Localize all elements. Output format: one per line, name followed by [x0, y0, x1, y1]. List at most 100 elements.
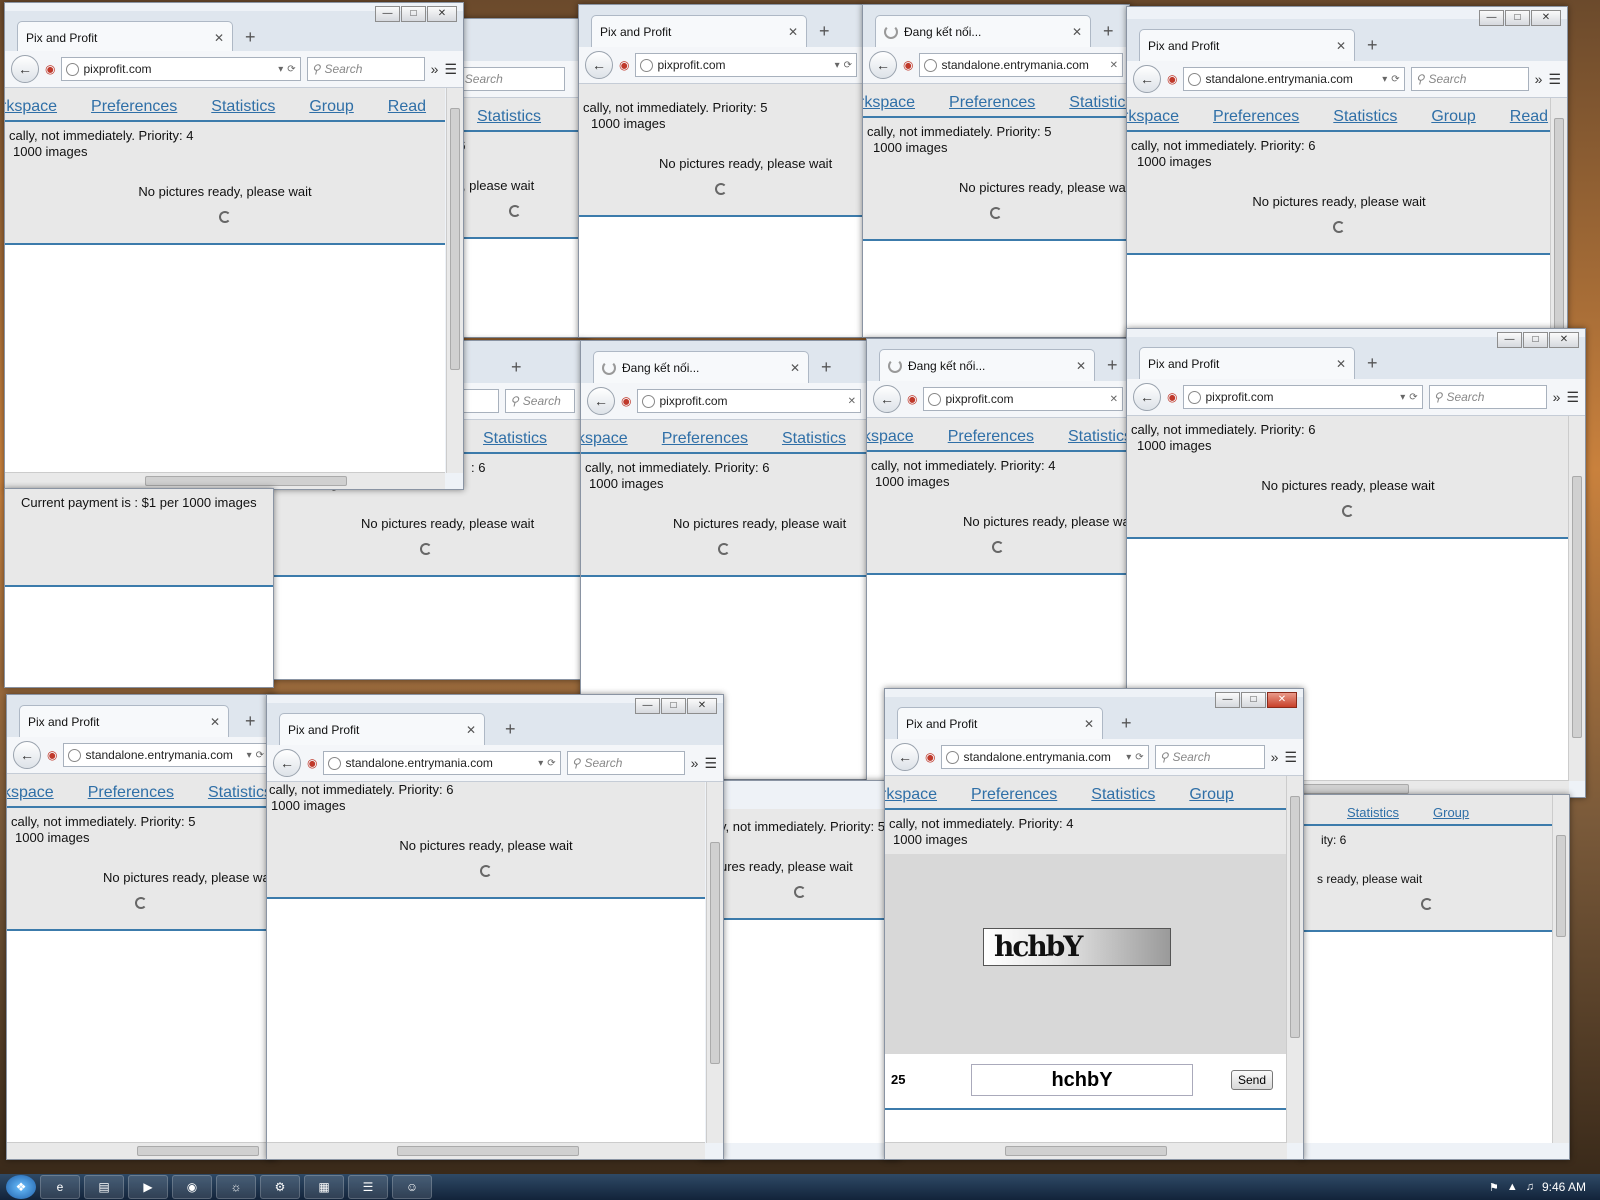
menu-icon[interactable]: ☰ — [1284, 749, 1297, 766]
url-bar[interactable]: standalone.entrymania.com ▾ ⟳ — [941, 745, 1149, 769]
link-statistics[interactable]: Statistics — [1333, 108, 1397, 126]
tab-pix[interactable]: Pix and Profit ✕ — [19, 705, 229, 737]
close-tab-icon[interactable]: ✕ — [210, 715, 220, 729]
tab-pix[interactable]: Pix and Profit ✕ — [1139, 347, 1355, 379]
search-box[interactable]: ⚲Search — [306, 57, 425, 81]
minimize-icon[interactable]: — — [375, 6, 400, 22]
new-tab-icon[interactable]: + — [1121, 713, 1132, 734]
shield-icon[interactable]: ◉ — [47, 748, 57, 762]
link-statistics[interactable]: Statistics — [1091, 786, 1155, 804]
link-workspace[interactable]: rkspace — [863, 94, 915, 112]
close-window-icon[interactable]: ✕ — [427, 6, 457, 22]
back-icon[interactable]: ← — [587, 387, 615, 415]
dropdown-icon[interactable]: ▾ — [835, 60, 840, 71]
close-tab-icon[interactable]: ✕ — [1336, 357, 1346, 371]
link-preferences[interactable]: Preferences — [948, 428, 1034, 446]
minimize-icon[interactable]: — — [1479, 10, 1504, 26]
link-preferences[interactable]: Preferences — [1213, 108, 1299, 126]
dropdown-icon[interactable]: ▾ — [247, 750, 252, 761]
link-statistics[interactable]: Statistics — [1347, 805, 1399, 820]
close-tab-icon[interactable]: ✕ — [788, 25, 798, 39]
tab-pix[interactable]: Pix and Profit ✕ — [1139, 29, 1355, 61]
link-preferences[interactable]: Preferences — [971, 786, 1057, 804]
url-bar[interactable]: standalone.entrymania.com ▾ ⟳ — [63, 743, 269, 767]
url-bar[interactable]: pixprofit.com ▾ ⟳ — [61, 57, 301, 81]
vertical-scrollbar[interactable] — [1286, 776, 1303, 1143]
link-read[interactable]: Read — [388, 98, 426, 116]
shield-icon[interactable]: ◉ — [907, 392, 917, 406]
link-statistics[interactable]: Statistics — [483, 430, 547, 448]
search-box[interactable]: ⚲Search — [1410, 67, 1529, 91]
captcha-window[interactable]: — □ ✕ Pix and Profit ✕ + ← ◉ standalone.ent… — [884, 688, 1304, 1160]
link-statistics[interactable]: Statistics — [1068, 428, 1129, 446]
reload-icon[interactable]: ⟳ — [1409, 392, 1417, 403]
close-tab-icon[interactable]: ✕ — [1336, 39, 1346, 53]
link-statistics[interactable]: Statistics — [1069, 94, 1129, 112]
horizontal-scrollbar[interactable] — [885, 1142, 1287, 1159]
browser-window[interactable]: ally, not immediately. Priority: 5 ictur… — [700, 780, 900, 1160]
search-box[interactable]: ⚲Search — [447, 67, 565, 91]
tab-pix[interactable]: Pix and Profit ✕ — [279, 713, 485, 745]
browser-window[interactable]: Đang kết nối... ✕ + ← ◉ standalone.entrym… — [862, 4, 1130, 338]
browser-window[interactable]: — □ ✕ Pix and Profit ✕ + ← ◉ standalone.ent… — [266, 694, 724, 1160]
url-bar[interactable]: pixprofit.com ▾ ⟳ — [635, 53, 857, 77]
overflow-chevron-icon[interactable]: » — [431, 61, 439, 77]
windows-icon[interactable]: ▦ — [304, 1175, 344, 1199]
dropdown-icon[interactable]: ▾ — [1126, 752, 1131, 763]
link-preferences[interactable]: Preferences — [949, 94, 1035, 112]
close-window-icon[interactable]: ✕ — [1531, 10, 1561, 26]
media-player-icon[interactable]: ▶ — [128, 1175, 168, 1199]
tab-loading[interactable]: Đang kết nối... ✕ — [875, 15, 1091, 47]
scroll-thumb[interactable] — [1572, 476, 1582, 738]
back-icon[interactable]: ← — [585, 51, 613, 79]
maximize-icon[interactable]: □ — [1505, 10, 1530, 26]
back-icon[interactable]: ← — [11, 55, 39, 83]
menu-icon[interactable]: ☰ — [1566, 389, 1579, 406]
ie-icon[interactable]: e — [40, 1175, 80, 1199]
vertical-scrollbar[interactable] — [1568, 416, 1585, 781]
reload-icon[interactable]: ⟳ — [256, 750, 264, 761]
search-box[interactable]: ⚲Search — [1154, 745, 1265, 769]
back-icon[interactable]: ← — [13, 741, 41, 769]
menu-icon[interactable]: ☰ — [704, 755, 717, 772]
volume-icon[interactable]: ♫ — [1526, 1181, 1534, 1193]
network-icon[interactable]: ▲ — [1507, 1181, 1518, 1193]
scroll-thumb[interactable] — [145, 476, 347, 486]
shield-icon[interactable]: ◉ — [1167, 72, 1177, 86]
close-window-icon[interactable]: ✕ — [1549, 332, 1579, 348]
menu-icon[interactable]: ☰ — [1548, 71, 1561, 88]
messenger-icon[interactable]: ☺ — [392, 1175, 432, 1199]
browser-window[interactable]: — □ ✕ Pix and Profit ✕ + ← ◉ standalone.ent… — [1126, 6, 1568, 342]
shield-icon[interactable]: ◉ — [903, 58, 913, 72]
url-bar[interactable]: pixprofit.com ▾ ⟳ — [1183, 385, 1423, 409]
link-group[interactable]: Group — [1431, 108, 1475, 126]
minimize-icon[interactable]: — — [1215, 692, 1240, 708]
link-group[interactable]: Group — [309, 98, 353, 116]
link-workspace[interactable]: rkspace — [1127, 108, 1179, 126]
shield-icon[interactable]: ◉ — [619, 58, 629, 72]
back-icon[interactable]: ← — [1133, 65, 1161, 93]
minimize-icon[interactable]: — — [1497, 332, 1522, 348]
back-icon[interactable]: ← — [273, 749, 301, 777]
url-bar[interactable]: standalone.entrymania.com ✕ — [919, 53, 1123, 77]
maximize-icon[interactable]: □ — [661, 698, 686, 714]
link-preferences[interactable]: Preferences — [91, 98, 177, 116]
tab-pix[interactable]: Pix and Profit ✕ — [591, 15, 807, 47]
link-workspace[interactable]: rkspace — [885, 786, 937, 804]
close-window-icon[interactable]: ✕ — [1267, 692, 1297, 708]
scroll-thumb[interactable] — [710, 842, 720, 1064]
dropdown-icon[interactable]: ▾ — [278, 64, 283, 75]
close-tab-icon[interactable]: ✕ — [1072, 25, 1082, 39]
horizontal-scrollbar[interactable] — [7, 1142, 275, 1159]
link-workspace[interactable]: kspace — [7, 784, 54, 802]
back-icon[interactable]: ← — [1133, 383, 1161, 411]
scroll-thumb[interactable] — [1554, 118, 1564, 341]
back-icon[interactable]: ← — [869, 51, 897, 79]
close-tab-icon[interactable]: ✕ — [214, 31, 224, 45]
close-tab-icon[interactable]: ✕ — [1084, 717, 1094, 731]
link-read[interactable]: Read — [1510, 108, 1548, 126]
notepad-icon[interactable]: ☰ — [348, 1175, 388, 1199]
dropdown-icon[interactable]: ▾ — [1400, 392, 1405, 403]
link-group[interactable]: Group — [1189, 786, 1233, 804]
new-tab-icon[interactable]: + — [819, 21, 830, 42]
